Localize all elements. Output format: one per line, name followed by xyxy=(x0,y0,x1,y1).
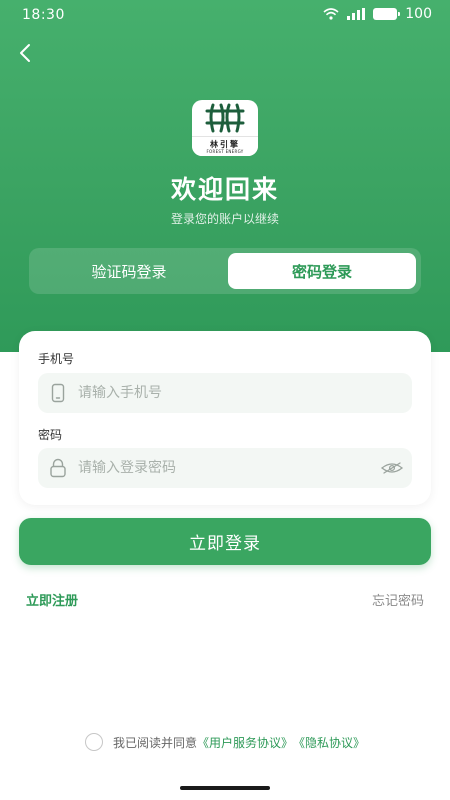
wifi-icon xyxy=(323,8,339,20)
agreement-row: 我已阅读并同意 《用户服务协议》 《隐私协议》 xyxy=(0,733,450,751)
login-button[interactable]: 立即登录 xyxy=(19,518,431,565)
logo-mark xyxy=(192,100,258,136)
login-mode-tabs: 验证码登录 密码登录 xyxy=(29,248,421,294)
user-agreement-link[interactable]: 《用户服务协议》 xyxy=(197,734,293,751)
forgot-password-link[interactable]: 忘记密码 xyxy=(372,590,424,609)
logo-english-text: FOREST ENERGY xyxy=(206,148,244,154)
tab-password-login[interactable]: 密码登录 xyxy=(228,253,416,289)
back-button[interactable] xyxy=(10,38,40,68)
battery-level: 100 xyxy=(405,6,432,22)
phone-label: 手机号 xyxy=(38,352,75,366)
home-indicator xyxy=(180,786,270,790)
forest-logo-icon xyxy=(205,103,245,133)
phone-input-box xyxy=(38,373,412,413)
logo-chinese-text: 林引擎 xyxy=(210,139,240,149)
privacy-link[interactable]: 《隐私协议》 xyxy=(293,734,365,751)
status-time: 18:30 xyxy=(22,7,65,23)
battery-icon xyxy=(373,8,401,20)
page-subtitle: 登录您的账户以继续 xyxy=(170,212,279,226)
status-bar: 18:30 100 xyxy=(0,0,450,32)
agreement-radio[interactable] xyxy=(84,733,103,751)
logo-band: 林引擎 FOREST ENERGY xyxy=(192,136,258,156)
page-title: 欢迎回来 xyxy=(170,175,279,204)
app-logo: 林引擎 FOREST ENERGY xyxy=(192,100,258,156)
phone-icon xyxy=(38,373,78,413)
lock-icon xyxy=(38,448,78,488)
signal-icon xyxy=(347,8,366,20)
status-icons: 100 xyxy=(323,6,432,22)
password-input-box xyxy=(38,448,412,488)
agreement-prefix: 我已阅读并同意 xyxy=(112,735,197,750)
register-link[interactable]: 立即注册 xyxy=(26,590,78,609)
eye-closed-icon[interactable] xyxy=(372,448,412,488)
password-input[interactable] xyxy=(78,448,372,488)
chevron-left-icon xyxy=(20,44,30,62)
phone-input[interactable] xyxy=(78,373,412,413)
password-label: 密码 xyxy=(38,428,63,442)
login-form-card: 手机号 密码 xyxy=(19,331,431,505)
tab-sms-login[interactable]: 验证码登录 xyxy=(35,253,223,289)
